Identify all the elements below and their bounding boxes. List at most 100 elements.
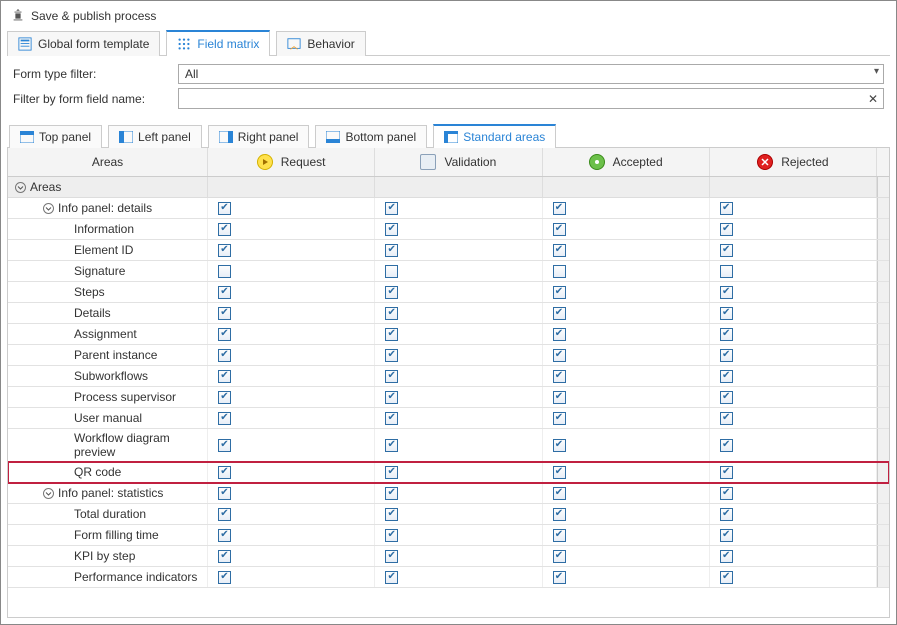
table-row[interactable]: QR code <box>8 462 889 483</box>
checkbox[interactable] <box>385 286 398 299</box>
checkbox[interactable] <box>553 265 566 278</box>
table-row[interactable]: KPI by step <box>8 546 889 567</box>
checkbox[interactable] <box>720 412 733 425</box>
table-row[interactable]: User manual <box>8 408 889 429</box>
clear-filter-icon[interactable]: ✕ <box>863 89 883 108</box>
checkbox[interactable] <box>553 244 566 257</box>
table-row[interactable]: Parent instance <box>8 345 889 366</box>
checkbox[interactable] <box>553 439 566 452</box>
checkbox[interactable] <box>553 223 566 236</box>
checkbox[interactable] <box>720 328 733 341</box>
checkbox[interactable] <box>720 202 733 215</box>
checkbox[interactable] <box>553 487 566 500</box>
table-row[interactable]: Element ID <box>8 240 889 261</box>
tab-behavior[interactable]: Behavior <box>276 31 365 56</box>
checkbox[interactable] <box>553 202 566 215</box>
checkbox[interactable] <box>553 391 566 404</box>
checkbox[interactable] <box>385 244 398 257</box>
column-header-validation[interactable]: Validation <box>375 148 542 176</box>
checkbox[interactable] <box>218 202 231 215</box>
checkbox[interactable] <box>218 223 231 236</box>
checkbox[interactable] <box>720 244 733 257</box>
checkbox[interactable] <box>218 439 231 452</box>
checkbox[interactable] <box>218 466 231 479</box>
checkbox[interactable] <box>720 466 733 479</box>
table-row[interactable]: Performance indicators <box>8 567 889 588</box>
column-header-areas[interactable]: Areas <box>8 148 208 176</box>
table-row[interactable]: Information <box>8 219 889 240</box>
checkbox[interactable] <box>553 412 566 425</box>
checkbox[interactable] <box>720 286 733 299</box>
checkbox[interactable] <box>385 307 398 320</box>
checkbox[interactable] <box>385 223 398 236</box>
tab-global-form-template[interactable]: Global form template <box>7 31 160 56</box>
checkbox[interactable] <box>553 529 566 542</box>
checkbox[interactable] <box>720 223 733 236</box>
checkbox[interactable] <box>385 412 398 425</box>
checkbox[interactable] <box>720 550 733 563</box>
table-row[interactable]: Signature <box>8 261 889 282</box>
checkbox[interactable] <box>218 370 231 383</box>
checkbox[interactable] <box>218 265 231 278</box>
column-header-request[interactable]: Request <box>208 148 375 176</box>
checkbox[interactable] <box>720 307 733 320</box>
checkbox[interactable] <box>218 244 231 257</box>
checkbox[interactable] <box>720 265 733 278</box>
table-row[interactable]: Assignment <box>8 324 889 345</box>
checkbox[interactable] <box>218 307 231 320</box>
checkbox[interactable] <box>720 391 733 404</box>
checkbox[interactable] <box>385 508 398 521</box>
checkbox[interactable] <box>218 550 231 563</box>
checkbox[interactable] <box>385 487 398 500</box>
checkbox[interactable] <box>385 265 398 278</box>
tab-field-matrix[interactable]: Field matrix <box>166 30 270 56</box>
table-row[interactable]: Process supervisor <box>8 387 889 408</box>
field-matrix-grid[interactable]: Areas Request Validation Accepted <box>8 148 889 617</box>
checkbox[interactable] <box>720 571 733 584</box>
table-row[interactable]: Workflow diagram preview <box>8 429 889 462</box>
panel-tab-left[interactable]: Left panel <box>108 125 202 148</box>
checkbox[interactable] <box>720 487 733 500</box>
checkbox[interactable] <box>553 307 566 320</box>
checkbox[interactable] <box>385 328 398 341</box>
expand-toggle-icon[interactable] <box>42 202 54 214</box>
checkbox[interactable] <box>218 487 231 500</box>
column-header-accepted[interactable]: Accepted <box>543 148 710 176</box>
checkbox[interactable] <box>720 370 733 383</box>
panel-tab-bottom[interactable]: Bottom panel <box>315 125 427 148</box>
table-row[interactable]: Steps <box>8 282 889 303</box>
checkbox[interactable] <box>218 508 231 521</box>
checkbox[interactable] <box>720 439 733 452</box>
column-header-rejected[interactable]: Rejected <box>710 148 877 176</box>
panel-tab-right[interactable]: Right panel <box>208 125 310 148</box>
checkbox[interactable] <box>218 286 231 299</box>
table-row[interactable]: Form filling time <box>8 525 889 546</box>
checkbox[interactable] <box>385 202 398 215</box>
table-row[interactable]: Subworkflows <box>8 366 889 387</box>
form-field-filter-input[interactable] <box>179 89 863 108</box>
table-row[interactable]: Total duration <box>8 504 889 525</box>
form-type-filter-select[interactable]: All <box>178 64 884 84</box>
panel-tab-standard-areas[interactable]: Standard areas <box>433 124 556 148</box>
checkbox[interactable] <box>218 391 231 404</box>
checkbox[interactable] <box>720 349 733 362</box>
checkbox[interactable] <box>720 529 733 542</box>
checkbox[interactable] <box>218 412 231 425</box>
checkbox[interactable] <box>385 370 398 383</box>
panel-tab-top[interactable]: Top panel <box>9 125 102 148</box>
checkbox[interactable] <box>385 571 398 584</box>
checkbox[interactable] <box>553 550 566 563</box>
checkbox[interactable] <box>218 571 231 584</box>
expand-toggle-icon[interactable] <box>42 487 54 499</box>
checkbox[interactable] <box>385 550 398 563</box>
checkbox[interactable] <box>553 328 566 341</box>
checkbox[interactable] <box>218 349 231 362</box>
table-row[interactable]: Details <box>8 303 889 324</box>
checkbox[interactable] <box>720 508 733 521</box>
checkbox[interactable] <box>553 286 566 299</box>
checkbox[interactable] <box>385 349 398 362</box>
checkbox[interactable] <box>385 529 398 542</box>
checkbox[interactable] <box>553 508 566 521</box>
checkbox[interactable] <box>385 466 398 479</box>
checkbox[interactable] <box>218 529 231 542</box>
